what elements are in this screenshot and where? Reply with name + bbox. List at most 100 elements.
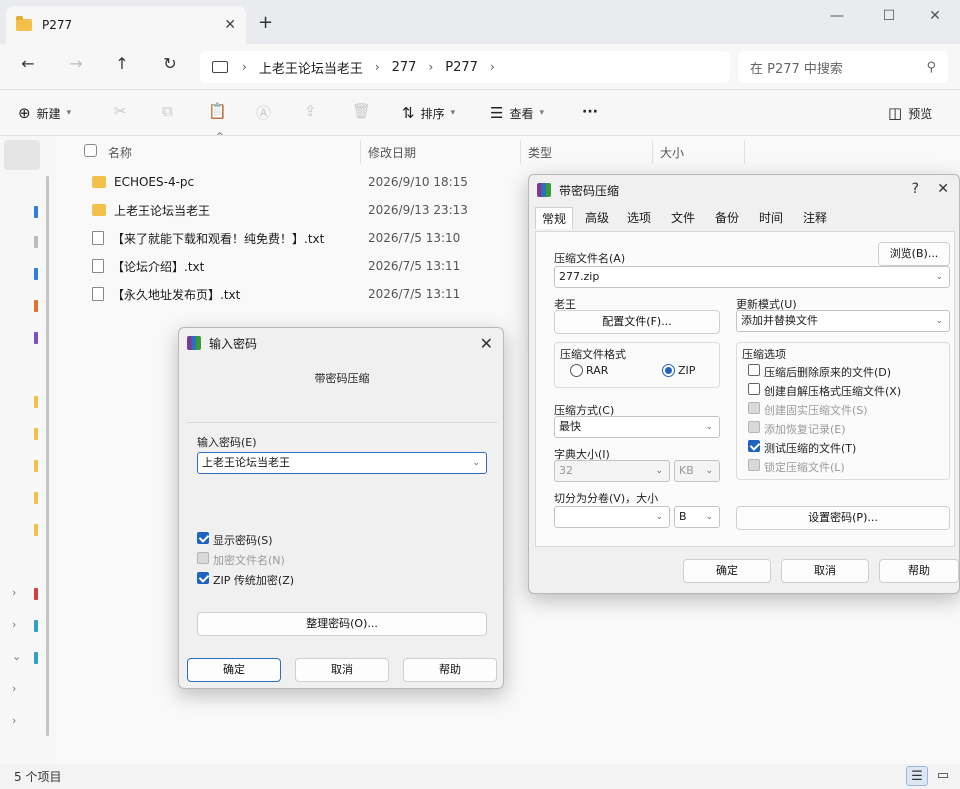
nav-item-icon[interactable]: [34, 620, 38, 632]
nav-item-icon[interactable]: [34, 460, 38, 472]
tab-p277[interactable]: P277 ✕: [6, 6, 246, 44]
show-password-checkbox[interactable]: [197, 532, 209, 544]
organize-passwords-button[interactable]: 整理密码(O)...: [197, 612, 487, 636]
nav-scrollbar[interactable]: [46, 176, 49, 736]
password-input[interactable]: 上老王论坛当老王 ⌄: [197, 452, 487, 474]
nav-item-icon[interactable]: [34, 492, 38, 504]
chevron-right-icon[interactable]: ›: [375, 60, 380, 74]
breadcrumb-item[interactable]: 上老王论坛当老王: [259, 58, 363, 77]
cancel-button[interactable]: 取消: [295, 658, 389, 682]
search-input[interactable]: 在 P277 中搜索 ⚲: [738, 51, 948, 83]
window-close-icon[interactable]: ✕: [920, 8, 950, 24]
set-password-button[interactable]: 设置密码(P)...: [736, 506, 950, 530]
split-volumes-input[interactable]: ⌄: [554, 506, 670, 528]
chevron-right-icon[interactable]: ›: [242, 60, 247, 74]
delete-icon[interactable]: 🗑: [352, 102, 371, 120]
more-options-button[interactable]: ···: [582, 104, 598, 120]
split-unit-select[interactable]: B ⌄: [674, 506, 720, 528]
maximize-icon[interactable]: ☐: [874, 8, 904, 24]
nav-item-icon[interactable]: [34, 236, 38, 248]
copy-icon[interactable]: ⧉: [162, 102, 173, 120]
rename-icon[interactable]: Ⓐ: [256, 102, 271, 123]
column-header-name[interactable]: 名称: [108, 144, 132, 161]
address-bar[interactable]: › 上老王论坛当老王 › 277 › P277 ›: [200, 51, 730, 83]
tab-backup[interactable]: 备份: [715, 209, 739, 226]
tiles-view-icon[interactable]: ▭: [932, 766, 954, 786]
help-question-icon[interactable]: ?: [912, 181, 919, 197]
browse-button[interactable]: 浏览(B)...: [878, 242, 950, 266]
chevron-right-icon[interactable]: ›: [12, 586, 16, 599]
recovery-record-checkbox[interactable]: [748, 421, 760, 433]
chevron-right-icon[interactable]: ›: [12, 682, 16, 695]
column-header-type[interactable]: 类型: [528, 144, 552, 161]
column-divider[interactable]: [360, 140, 361, 164]
nav-item-icon[interactable]: [34, 300, 38, 312]
lock-archive-checkbox[interactable]: [748, 459, 760, 471]
zip-legacy-checkbox[interactable]: [197, 572, 209, 584]
tab-advanced[interactable]: 高级: [585, 209, 609, 226]
tab-files[interactable]: 文件: [671, 209, 695, 226]
format-rar-radio[interactable]: [570, 364, 583, 377]
archive-name-input[interactable]: 277.zip ⌄: [554, 266, 950, 288]
cut-icon[interactable]: ✂: [114, 102, 127, 120]
close-icon[interactable]: ✕: [937, 181, 949, 197]
chevron-right-icon[interactable]: ›: [12, 618, 16, 631]
update-mode-select[interactable]: 添加并替换文件 ⌄: [736, 310, 950, 332]
chevron-right-icon[interactable]: ›: [490, 60, 495, 74]
nav-item-icon[interactable]: [34, 652, 38, 664]
tab-options[interactable]: 选项: [627, 209, 651, 226]
test-files-checkbox[interactable]: [748, 440, 760, 452]
solid-checkbox[interactable]: [748, 402, 760, 414]
details-view-icon[interactable]: ☰: [906, 766, 928, 786]
encrypt-names-checkbox[interactable]: [197, 552, 209, 564]
nav-item-icon[interactable]: [34, 588, 38, 600]
plus-icon[interactable]: +: [258, 12, 273, 33]
breadcrumb-item[interactable]: P277: [445, 60, 478, 75]
breadcrumb-item[interactable]: 277: [392, 60, 417, 75]
method-select[interactable]: 最快 ⌄: [554, 416, 720, 438]
chevron-right-icon[interactable]: ›: [428, 60, 433, 74]
sort-button[interactable]: ⇅ 排序 ▾: [402, 104, 455, 122]
column-divider[interactable]: [652, 140, 653, 164]
dictionary-select[interactable]: 32 ⌄: [554, 460, 670, 482]
select-all-checkbox[interactable]: [84, 144, 97, 157]
nav-item-icon[interactable]: [34, 396, 38, 408]
cancel-button[interactable]: 取消: [781, 559, 869, 583]
new-button[interactable]: ⊕ 新建 ▾: [18, 104, 71, 122]
column-divider[interactable]: [520, 140, 521, 164]
tab-general[interactable]: 常规: [535, 207, 574, 229]
close-icon[interactable]: ✕: [480, 334, 493, 353]
up-arrow-icon[interactable]: ↑: [110, 54, 134, 73]
back-arrow-icon[interactable]: ←: [16, 54, 40, 73]
format-zip-radio[interactable]: [662, 364, 675, 377]
nav-item-icon[interactable]: [34, 428, 38, 440]
nav-item-icon[interactable]: [34, 206, 38, 218]
nav-item-icon[interactable]: [34, 332, 38, 344]
forward-arrow-icon[interactable]: →: [64, 54, 88, 73]
sfx-checkbox[interactable]: [748, 383, 760, 395]
chevron-down-icon[interactable]: ⌄: [12, 650, 21, 663]
column-divider[interactable]: [744, 140, 745, 164]
tab-comment[interactable]: 注释: [803, 209, 827, 226]
column-header-modified[interactable]: 修改日期: [368, 144, 416, 161]
preview-button[interactable]: ◫ 预览: [888, 104, 932, 122]
refresh-icon[interactable]: ↻: [158, 54, 182, 73]
close-icon[interactable]: ✕: [224, 17, 236, 33]
chevron-right-icon[interactable]: ›: [12, 714, 16, 727]
nav-selected-item[interactable]: [4, 140, 40, 170]
dictionary-unit-select[interactable]: KB ⌄: [674, 460, 720, 482]
minimize-icon[interactable]: —: [822, 8, 852, 24]
tab-time[interactable]: 时间: [759, 209, 783, 226]
help-button[interactable]: 帮助: [879, 559, 959, 583]
share-icon[interactable]: ⇪: [304, 102, 317, 120]
view-button[interactable]: ☰ 查看 ▾: [490, 104, 544, 122]
column-header-size[interactable]: 大小: [660, 144, 684, 161]
ok-button[interactable]: 确定: [683, 559, 771, 583]
nav-item-icon[interactable]: [34, 524, 38, 536]
help-button[interactable]: 帮助: [403, 658, 497, 682]
delete-after-checkbox[interactable]: [748, 364, 760, 376]
nav-item-icon[interactable]: [34, 268, 38, 280]
profiles-button[interactable]: 配置文件(F)...: [554, 310, 720, 334]
paste-icon[interactable]: 📋: [208, 102, 227, 120]
ok-button[interactable]: 确定: [187, 658, 281, 682]
